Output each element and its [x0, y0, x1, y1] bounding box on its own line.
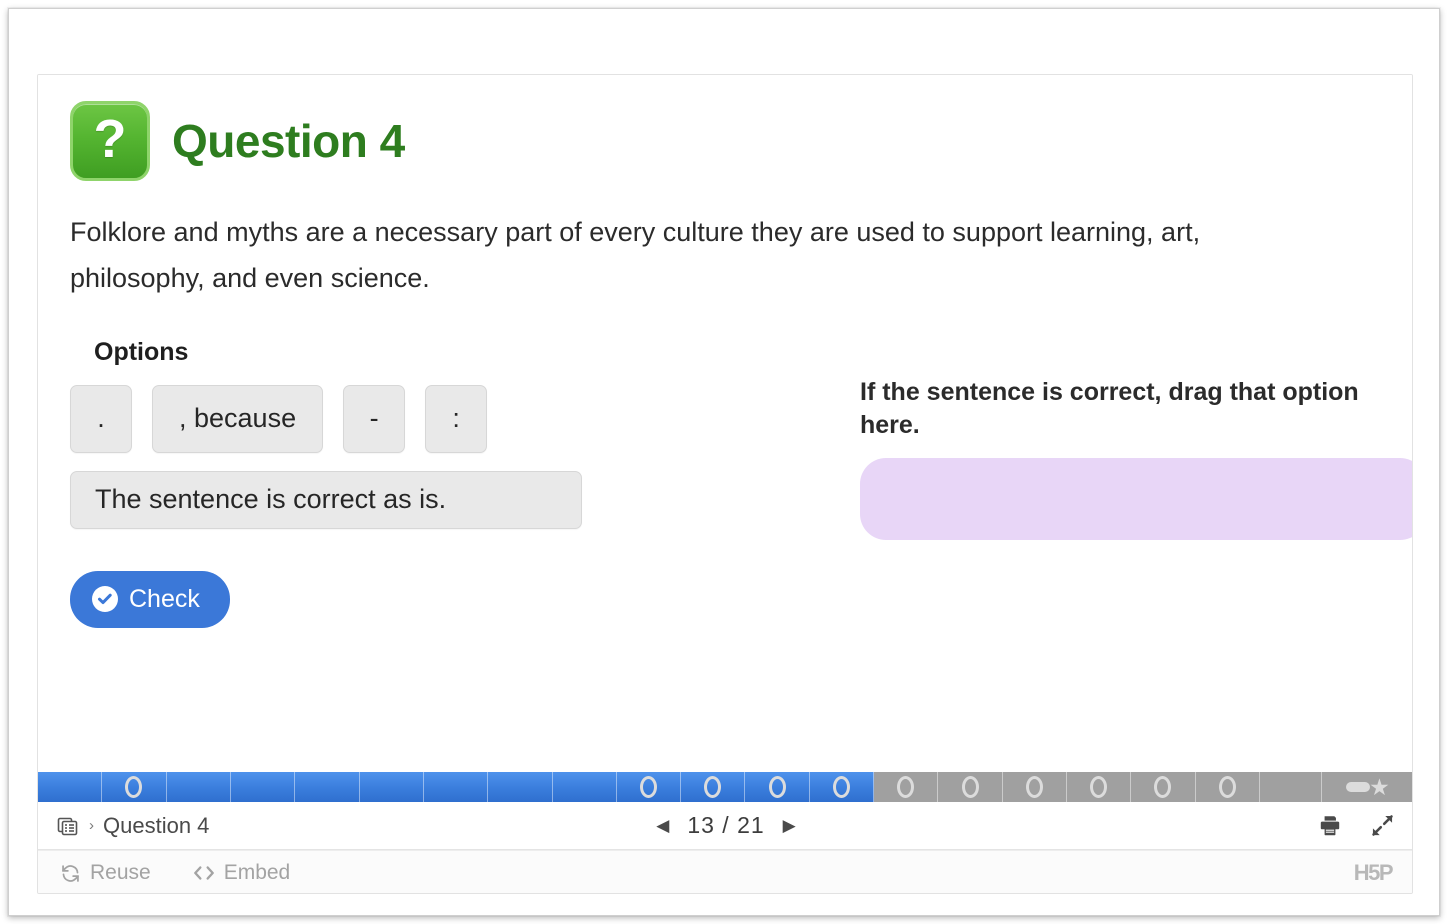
- drop-target[interactable]: [860, 457, 1412, 540]
- slide-progress-bar: ★: [38, 772, 1412, 802]
- progress-segment[interactable]: [102, 772, 167, 802]
- page-title: Question 4: [172, 115, 405, 167]
- progress-marker-icon: [1025, 776, 1043, 798]
- breadcrumb-label: Question 4: [103, 812, 210, 838]
- summary-star-icon[interactable]: ★: [1321, 772, 1412, 802]
- progress-segment[interactable]: [359, 772, 424, 802]
- code-brackets-icon: [193, 864, 215, 882]
- progress-marker-icon: [639, 776, 657, 798]
- embed-button[interactable]: Embed: [193, 861, 291, 885]
- progress-segment[interactable]: [1195, 772, 1260, 802]
- draggable-option[interactable]: :: [425, 384, 488, 453]
- page-indicator: 13 / 21: [687, 812, 765, 838]
- slides-list-icon[interactable]: [56, 814, 80, 838]
- question-mark-glyph: ?: [93, 109, 127, 169]
- progress-segment[interactable]: [1002, 772, 1067, 802]
- navigation-actions: [1317, 812, 1396, 839]
- dropzone-column: If the sentence is correct, drag that op…: [860, 338, 1412, 540]
- browser-window-frame: ? Question 4 Folklore and myths are a ne…: [8, 8, 1440, 916]
- progress-segment[interactable]: [423, 772, 489, 802]
- h5p-logo: H5P: [1353, 860, 1394, 885]
- options-column: Options . , because - : The sentence is …: [70, 338, 860, 628]
- progress-segment[interactable]: [938, 772, 1003, 802]
- embed-label: Embed: [223, 861, 291, 884]
- progress-marker-icon: [768, 776, 786, 798]
- h5p-content-container: ? Question 4 Folklore and myths are a ne…: [37, 74, 1413, 894]
- page-navigation: ◀ 13 / 21 ▶: [38, 812, 1412, 839]
- options-label: Options: [94, 337, 189, 366]
- check-button[interactable]: Check: [70, 570, 230, 628]
- previous-slide-button[interactable]: ◀: [652, 815, 673, 836]
- progress-marker-icon: [125, 776, 143, 798]
- progress-marker-icon: [1154, 776, 1172, 798]
- progress-segment-current[interactable]: [809, 772, 875, 802]
- progress-segment[interactable]: [745, 772, 810, 802]
- draggable-option[interactable]: .: [70, 384, 132, 453]
- refresh-icon: [60, 863, 81, 884]
- content-footer: Reuse Embed H5P: [38, 850, 1412, 893]
- question-mark-icon: ?: [70, 101, 150, 181]
- progress-marker-icon: [1090, 776, 1108, 798]
- progress-marker-icon: [897, 776, 915, 798]
- progress-marker-icon: [961, 776, 979, 798]
- star-glyph: ★: [1369, 773, 1390, 800]
- progress-marker-icon: [1218, 776, 1236, 798]
- progress-segment[interactable]: [488, 772, 553, 802]
- summary-bar-shape: [1346, 782, 1371, 792]
- progress-segment[interactable]: [1067, 772, 1132, 802]
- dropzone-instruction: If the sentence is correct, drag that op…: [860, 377, 1359, 439]
- navigation-bar: › Question 4 ◀ 13 / 21 ▶: [38, 802, 1412, 850]
- progress-segment[interactable]: [38, 772, 103, 802]
- progress-segment[interactable]: [1259, 772, 1322, 802]
- draggable-options-row: . , because - :: [70, 384, 860, 453]
- fullscreen-expand-icon[interactable]: [1369, 812, 1396, 839]
- progress-marker-icon: [832, 776, 850, 798]
- chevron-right-icon: ›: [89, 817, 94, 834]
- next-slide-button[interactable]: ▶: [779, 815, 800, 836]
- question-header: ? Question 4: [70, 101, 1382, 181]
- reuse-button[interactable]: Reuse: [60, 861, 151, 885]
- draggable-option[interactable]: The sentence is correct as is.: [70, 470, 582, 529]
- check-button-label: Check: [129, 584, 200, 613]
- progress-segment[interactable]: [616, 772, 682, 802]
- draggable-option[interactable]: -: [343, 384, 406, 453]
- draggable-option[interactable]: , because: [152, 384, 324, 453]
- progress-marker-icon: [704, 776, 722, 798]
- breadcrumb: › Question 4: [56, 813, 209, 839]
- reuse-label: Reuse: [90, 861, 151, 884]
- question-statement: Folklore and myths are a necessary part …: [70, 217, 1201, 294]
- progress-segment[interactable]: [1131, 772, 1196, 802]
- check-circle-icon: [92, 586, 118, 613]
- progress-segment[interactable]: [295, 772, 360, 802]
- progress-segment[interactable]: [230, 772, 296, 802]
- progress-segment[interactable]: [166, 772, 231, 802]
- question-body: Options . , because - : The sentence is …: [70, 338, 1412, 628]
- question-content-area: ? Question 4 Folklore and myths are a ne…: [38, 75, 1412, 772]
- progress-segment[interactable]: [552, 772, 617, 802]
- progress-segment[interactable]: [874, 772, 939, 802]
- printer-icon[interactable]: [1317, 813, 1343, 839]
- progress-segment[interactable]: [681, 772, 746, 802]
